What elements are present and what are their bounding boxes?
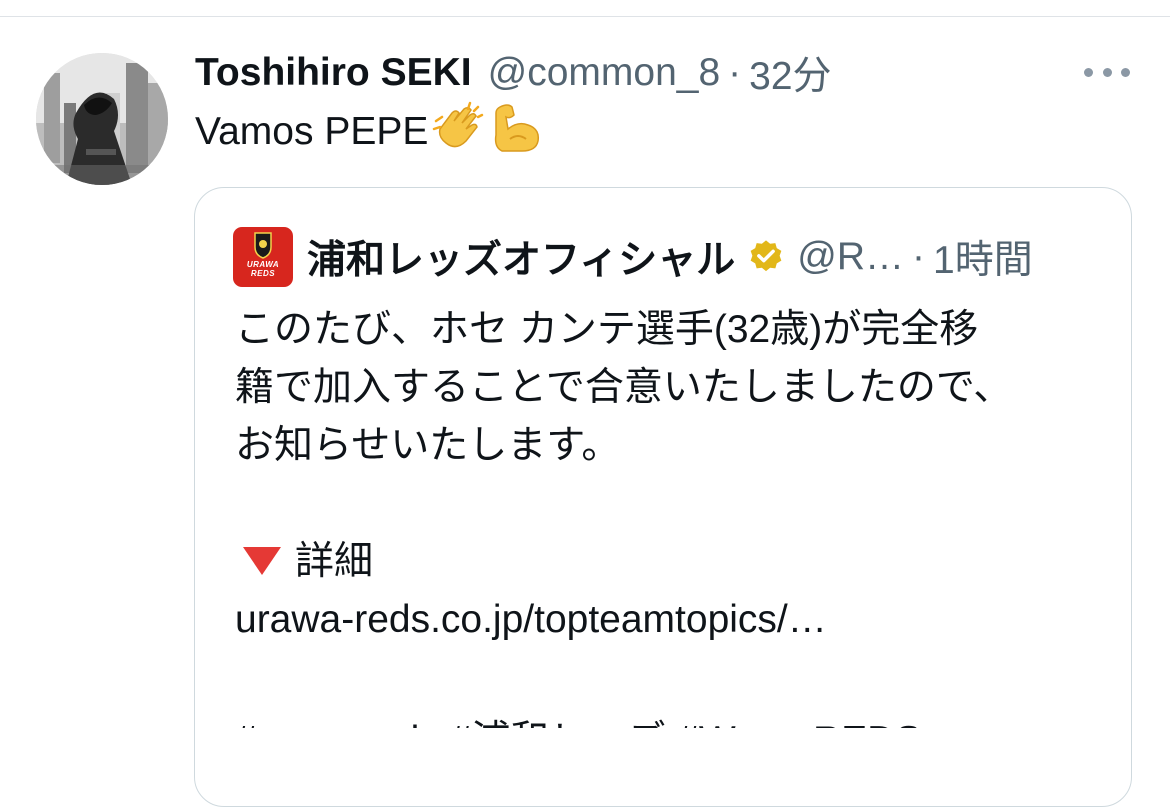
detail-line: 詳細	[235, 533, 1115, 591]
flexed-biceps-icon	[488, 99, 544, 165]
detail-label: 詳細	[295, 540, 374, 583]
quoted-avatar-text: URAWA REDS	[246, 260, 280, 278]
red-triangle-down-icon	[243, 546, 281, 575]
more-options-icon[interactable]	[1084, 62, 1130, 82]
tweet-text-content: Vamos PEPE	[195, 110, 429, 153]
quoted-header: 浦和レッズオフィシャル @R… · 1時間	[307, 229, 1033, 285]
quoted-text-line: このたび、ホセ カンテ選手(32歳)が完全移	[235, 308, 979, 351]
avatar-image	[36, 53, 168, 185]
quoted-tweet-body: このたび、ホセ カンテ選手(32歳)が完全移 籍で加入することで合意いたしました…	[235, 301, 1115, 649]
author-handle[interactable]: @common_8	[488, 51, 721, 95]
quoted-link[interactable]: urawa-reds.co.jp/topteamtopics/…	[235, 591, 1115, 649]
urawa-reds-logo-icon	[254, 232, 272, 259]
quoted-text-line: お知らせいたします。	[235, 424, 621, 467]
quoted-timestamp[interactable]: 1時間	[933, 229, 1033, 285]
quoted-header-separator: ·	[912, 235, 925, 278]
header-separator: ·	[728, 51, 742, 94]
quoted-author-handle[interactable]: @R…	[797, 235, 904, 279]
author-avatar[interactable]	[36, 53, 168, 185]
top-divider	[0, 16, 1170, 17]
tweet-header: Toshihiro SEKI @common_8 · 32分	[195, 48, 832, 98]
quoted-author-avatar[interactable]: URAWA REDS	[233, 227, 293, 287]
tweet-timestamp[interactable]: 32分	[749, 45, 831, 101]
quoted-author-name[interactable]: 浦和レッズオフィシャル	[307, 229, 735, 285]
verified-badge-icon	[750, 240, 782, 272]
quoted-hashtags-line[interactable]: #urawareds #浦和レッズ #WeareREDS	[235, 698, 1115, 728]
quoted-text-line: 籍で加入することで合意いたしましたので、	[235, 366, 1013, 409]
tweet-text: Vamos PEPE	[195, 101, 544, 160]
quoted-tweet-card[interactable]: URAWA REDS 浦和レッズオフィシャル @R… · 1時間 このたび、ホセ…	[194, 187, 1132, 807]
clapping-hands-icon	[430, 99, 486, 165]
author-name[interactable]: Toshihiro SEKI	[195, 51, 472, 95]
